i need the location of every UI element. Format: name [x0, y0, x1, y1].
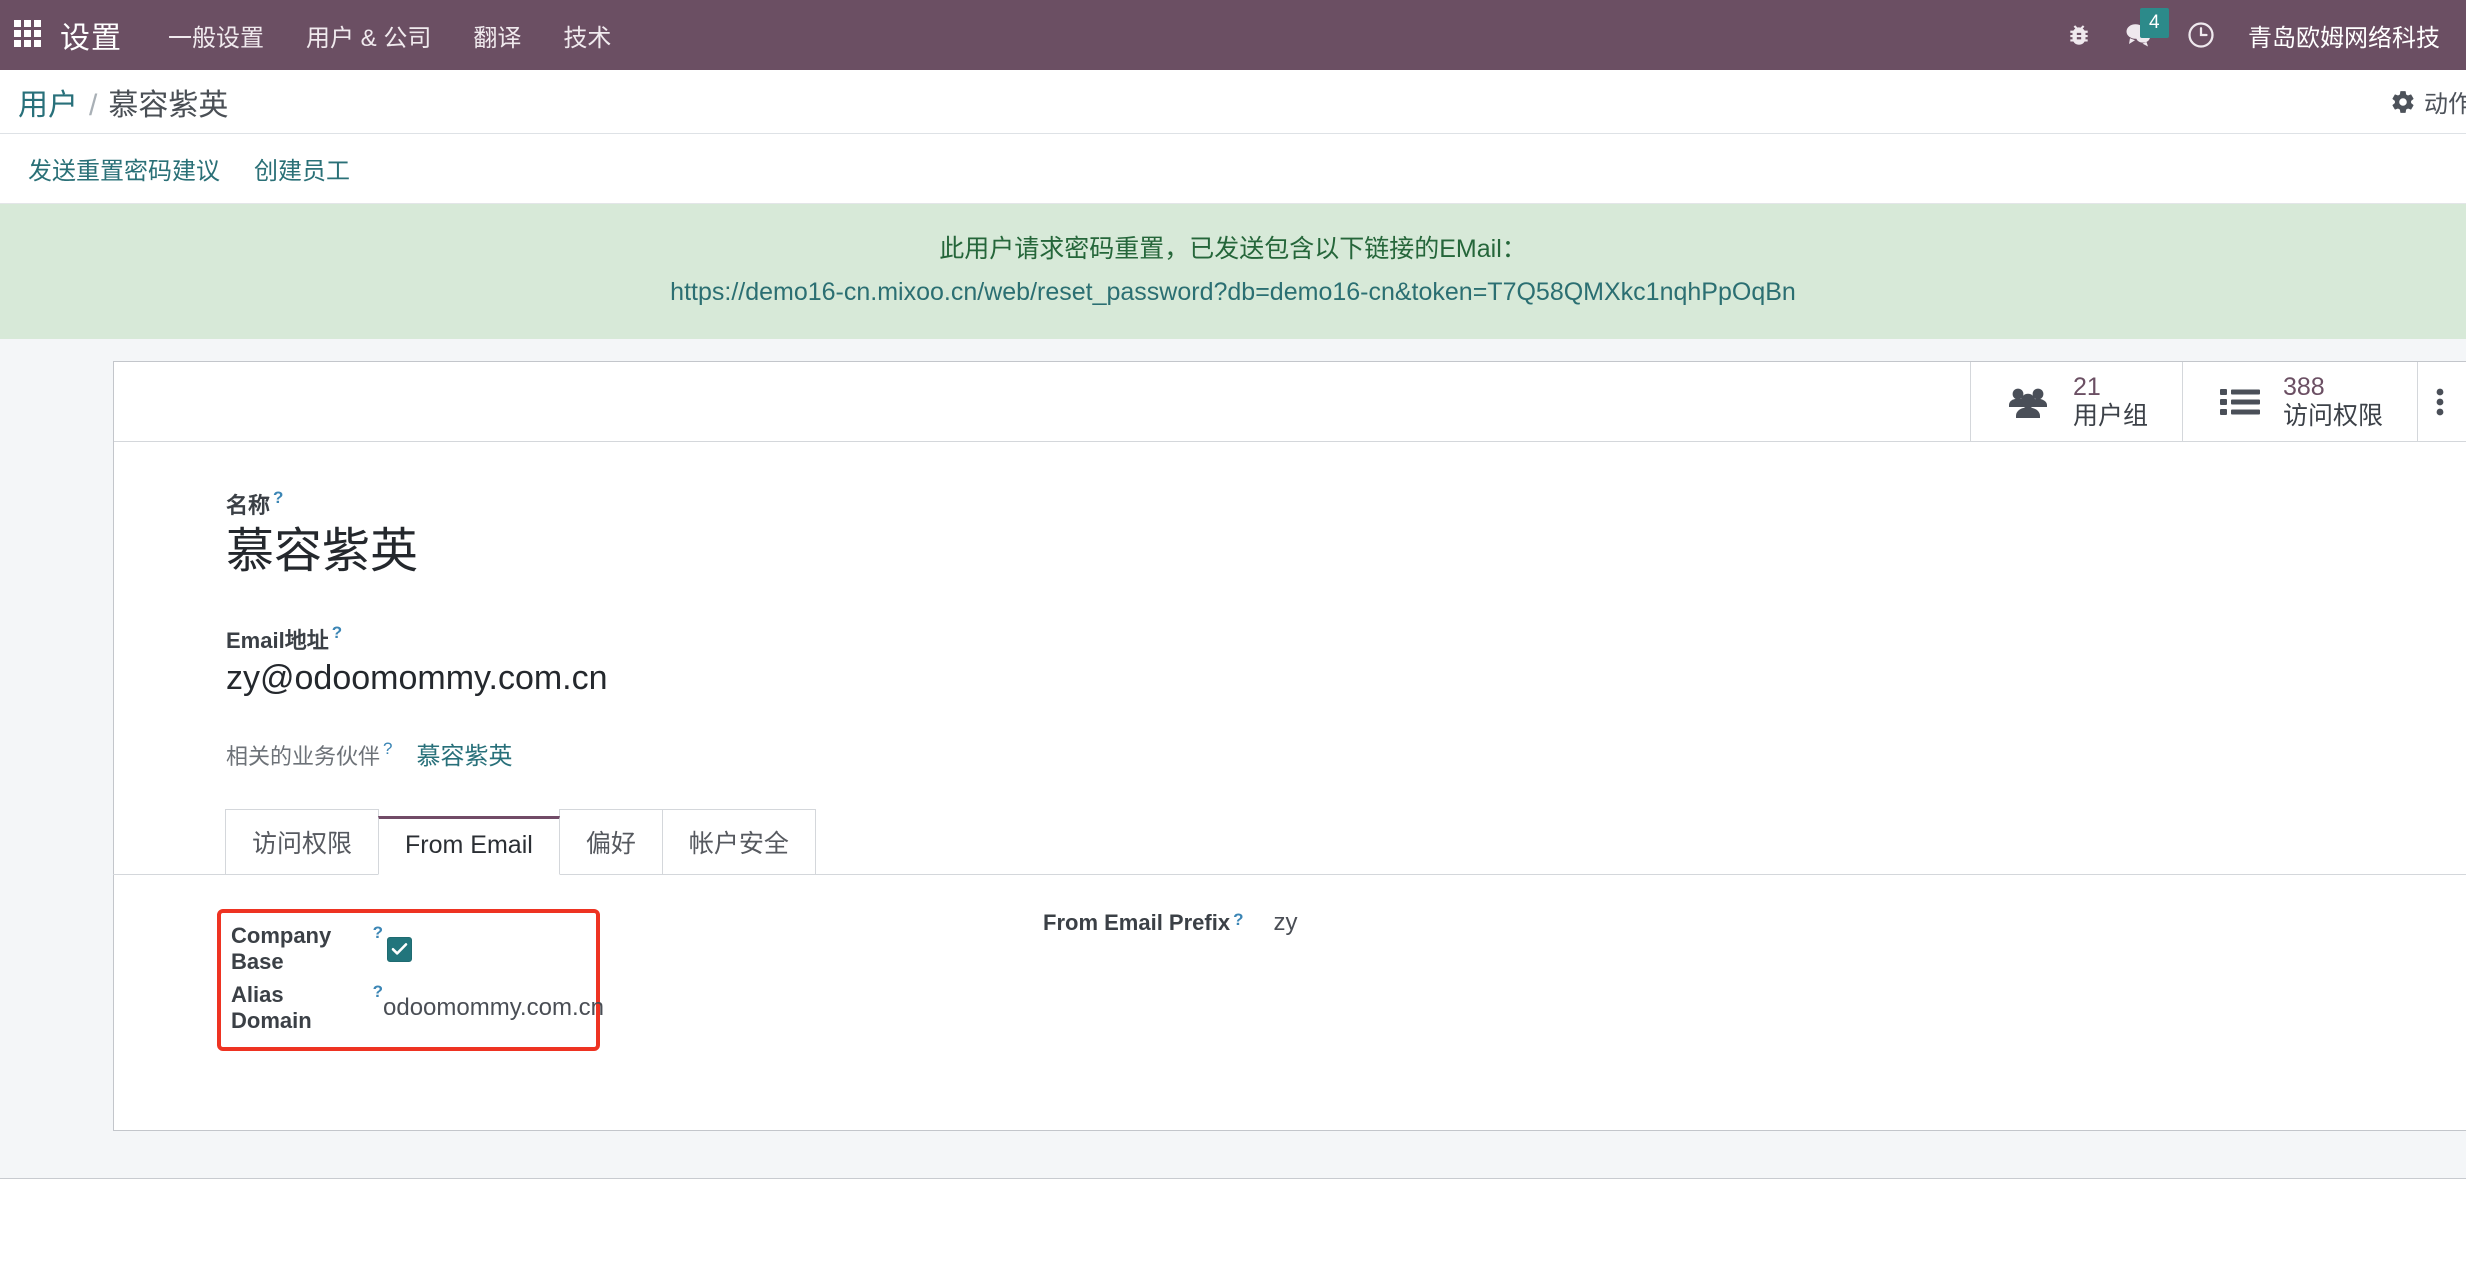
name-field-group: 名称? 慕容紫英: [226, 488, 2466, 581]
tab-access-rights[interactable]: 访问权限: [225, 808, 380, 875]
sheet-bottom-strip: [0, 1155, 2466, 1179]
name-label-text: 名称: [226, 493, 271, 518]
related-partner-label: 相关的业务伙伴?: [226, 739, 392, 771]
email-field-group: Email地址? zy@odoomommy.com.cn: [226, 623, 2466, 698]
company-base-checkbox[interactable]: [387, 936, 412, 962]
create-employee-button[interactable]: 创建员工: [254, 151, 350, 186]
company-base-label: Company Base?: [231, 923, 383, 975]
breadcrumb-parent-users[interactable]: 用户: [18, 80, 78, 124]
form-body: 名称? 慕容紫英 Email地址? zy@odoomommy.com.cn 相关…: [113, 442, 2466, 1111]
content-area: 21 用户组 388 访问权限 名称 ? 慕容紫英 Email地址 ? zy@o…: [0, 339, 2466, 1155]
alias-domain-tooltip-icon[interactable]: ?: [373, 983, 383, 1000]
alert-message: 此用户请求密码重置，已发送包含以下链接的EMail：: [939, 235, 1527, 263]
from-email-prefix-label: From Email Prefix?: [1043, 910, 1243, 936]
list-dots-icon: [2436, 386, 2456, 418]
from-email-prefix-row: From Email Prefix? zy: [1043, 909, 1297, 937]
gear-icon: [2390, 89, 2416, 115]
alert-reset-url[interactable]: https://demo16-cn.mixoo.cn/web/reset_pas…: [20, 273, 2446, 311]
related-partner-label-text: 相关的业务伙伴: [226, 743, 381, 769]
stat-button-bar: 21 用户组 388 访问权限: [114, 362, 2466, 442]
navbar-brand[interactable]: 设置: [60, 13, 122, 57]
breadcrumb-current-record: 慕容紫英: [108, 88, 229, 122]
highlight-box: Company Base? Alias Domain ? odoomommy.c…: [217, 908, 604, 1051]
email-tooltip-icon[interactable]: ?: [332, 624, 342, 641]
action-menu-button[interactable]: 动作: [2390, 70, 2466, 133]
company-base-row: Company Base?: [231, 923, 574, 974]
company-base-label-text: Company Base: [231, 923, 332, 975]
related-partner-group: 相关的业务伙伴? 慕容紫英: [226, 736, 2466, 771]
action-menu-label: 动作: [2424, 91, 2466, 118]
stat-button-groups[interactable]: 21 用户组: [1969, 362, 2182, 441]
tab-account-security[interactable]: 帐户安全: [661, 808, 816, 875]
list-icon: [2219, 386, 2261, 418]
messages-icon[interactable]: 4: [2124, 8, 2169, 48]
users-group-icon: [2007, 386, 2051, 418]
control-panel: 用户 / 慕容紫英 动作: [0, 70, 2466, 134]
bug-icon[interactable]: [2066, 22, 2092, 48]
stat-value-access-rights: 388: [2282, 373, 2325, 401]
from-email-left-column: Company Base? Alias Domain ? odoomommy.c…: [217, 908, 1043, 1051]
from-email-prefix-value[interactable]: zy: [1273, 909, 1297, 937]
breadcrumb-separator: /: [89, 88, 98, 122]
breadcrumb: 用户 / 慕容紫英: [18, 80, 228, 124]
stat-button-overflow[interactable]: [2417, 362, 2466, 441]
stat-button-access-rights[interactable]: 388 访问权限: [2181, 362, 2417, 441]
record-sheet: 21 用户组 388 访问权限 名称 ? 慕容紫英 Email地址 ? zy@o…: [113, 361, 2466, 1131]
company-base-tooltip-icon[interactable]: ?: [373, 924, 383, 941]
email-field-value[interactable]: zy@odoomommy.com.cn: [226, 659, 2466, 698]
notebook-tab-strip: 访问权限 From Email 偏好 帐户安全: [225, 808, 2466, 875]
stat-label-access-rights: 访问权限: [2282, 401, 2383, 430]
related-partner-value[interactable]: 慕容紫英: [416, 736, 512, 771]
nav-item-general-settings[interactable]: 一般设置: [168, 18, 264, 53]
name-field-value[interactable]: 慕容紫英: [226, 524, 2466, 581]
breadcrumb-row: 用户 / 慕容紫英 动作: [0, 70, 2466, 133]
from-email-right-column: From Email Prefix? zy: [1043, 909, 1297, 1051]
tab-from-email[interactable]: From Email: [378, 815, 560, 875]
stat-value-groups: 21: [2072, 373, 2101, 401]
navbar-right-tools: 4 青岛欧姆网络科技: [2066, 8, 2450, 53]
apps-grid-icon[interactable]: [14, 20, 44, 50]
navbar-menu: 一般设置 用户 & 公司 翻译 技术: [168, 18, 611, 53]
alias-domain-row: Alias Domain? odoomommy.com.cn: [231, 982, 604, 1033]
from-email-prefix-tooltip-icon[interactable]: ?: [1233, 911, 1243, 928]
clock-icon[interactable]: [2186, 20, 2216, 50]
top-navbar: 设置 一般设置 用户 & 公司 翻译 技术 4 青岛欧姆网络科技: [0, 0, 2466, 70]
email-field-label: Email地址?: [226, 623, 342, 655]
from-email-prefix-label-text: From Email Prefix: [1043, 909, 1231, 935]
name-field-label: 名称?: [226, 488, 283, 520]
alias-domain-label-text: Alias Domain: [231, 982, 312, 1034]
messages-badge: 4: [2140, 8, 2169, 38]
stat-label-groups: 用户组: [2072, 401, 2148, 430]
password-reset-alert: 此用户请求密码重置，已发送包含以下链接的EMail： https://demo1…: [0, 204, 2466, 339]
nav-item-technical[interactable]: 技术: [563, 18, 611, 53]
tab-preferences[interactable]: 偏好: [558, 808, 663, 875]
nav-item-users-companies[interactable]: 用户 & 公司: [306, 18, 431, 53]
record-button-bar: 发送重置密码建议 创建员工: [0, 134, 2466, 204]
alias-domain-value[interactable]: odoomommy.com.cn: [383, 994, 604, 1022]
related-partner-tooltip-icon[interactable]: ?: [383, 740, 392, 757]
send-password-reset-button[interactable]: 发送重置密码建议: [28, 151, 220, 186]
notebook-page-from-email: Company Base? Alias Domain ? odoomommy.c…: [217, 875, 2466, 1111]
email-label-text: Email地址: [226, 627, 329, 653]
name-tooltip-icon[interactable]: ?: [273, 489, 283, 506]
navbar-company-name[interactable]: 青岛欧姆网络科技: [2248, 18, 2440, 53]
alias-domain-label: Alias Domain?: [231, 982, 383, 1034]
notebook: 访问权限 From Email 偏好 帐户安全 Company Base? Al…: [113, 808, 2466, 1111]
nav-item-translations[interactable]: 翻译: [473, 18, 521, 53]
